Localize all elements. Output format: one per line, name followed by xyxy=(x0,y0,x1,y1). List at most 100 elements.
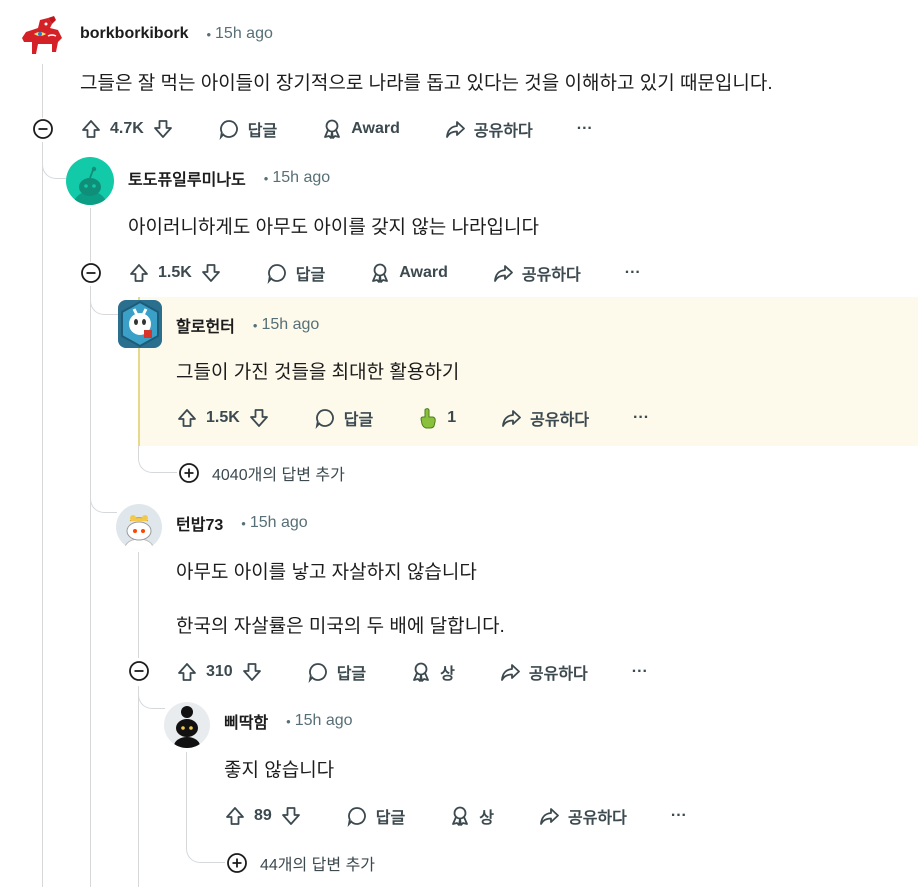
downvote-icon[interactable] xyxy=(152,118,174,140)
comment-meta: borkborkibork • 15h ago xyxy=(80,23,273,45)
avatar-todopyu[interactable] xyxy=(66,157,114,205)
timestamp[interactable]: 15h ago xyxy=(295,712,353,730)
downvote-icon[interactable] xyxy=(280,805,302,827)
award-button[interactable]: 1 xyxy=(417,407,456,429)
award-label: Award xyxy=(351,120,400,137)
thread-line-2[interactable] xyxy=(90,208,91,262)
reply-label: 답글 xyxy=(295,267,326,284)
reply-button[interactable]: 답글 xyxy=(307,660,366,684)
share-button[interactable]: 공유하다 xyxy=(499,660,588,684)
thread-line-5[interactable] xyxy=(186,752,187,838)
more-options-icon[interactable]: ··· xyxy=(625,264,641,282)
avatar-teonbap73[interactable] xyxy=(116,504,162,550)
reply-label: 답글 xyxy=(247,123,278,140)
snoo-avatar-icon xyxy=(72,166,108,205)
downvote-icon[interactable] xyxy=(200,262,222,284)
share-button[interactable]: 공유하다 xyxy=(500,406,589,430)
snoo-silhouette-avatar-icon xyxy=(174,706,200,748)
thread-elbow-5 xyxy=(138,686,165,709)
collapse-thread-icon[interactable] xyxy=(32,118,54,140)
comment-body: 아무도 아이를 낳고 자살하지 않습니다 xyxy=(176,562,477,583)
more-replies-button[interactable]: 4040개의 답변 추가 xyxy=(178,461,345,485)
upvote-icon[interactable] xyxy=(128,262,150,284)
vote-count: 310 xyxy=(206,663,233,680)
thread-line-1b[interactable] xyxy=(42,142,43,887)
thread-line-2b[interactable] xyxy=(90,286,91,887)
avatar-borkborkibork[interactable] xyxy=(18,12,66,60)
vote-group: 310 xyxy=(176,661,263,683)
comment-body: 그들이 가진 것들을 최대한 활용하기 xyxy=(176,362,460,383)
comment-meta: 삐딱함 • 15h ago xyxy=(224,710,353,732)
author-name[interactable]: 턴밥73 xyxy=(176,511,223,535)
thread-line-1[interactable] xyxy=(42,64,43,118)
more-options-icon[interactable]: ··· xyxy=(671,807,687,825)
more-options-icon[interactable]: ··· xyxy=(633,409,649,427)
upvote-icon[interactable] xyxy=(80,118,102,140)
timestamp[interactable]: 15h ago xyxy=(250,514,308,532)
award-button[interactable]: 상 xyxy=(410,660,455,684)
comment-bubble-icon xyxy=(218,118,240,140)
comment-meta: 토도퓨일루미나도 • 15h ago xyxy=(128,167,330,189)
share-button[interactable]: 공유하다 xyxy=(444,117,533,141)
award-button[interactable]: 상 xyxy=(449,804,494,828)
author-name[interactable]: 할로헌터 xyxy=(176,313,235,337)
share-button[interactable]: 공유하다 xyxy=(538,804,627,828)
vote-count: 4.7K xyxy=(110,120,144,137)
add-circle-icon xyxy=(179,463,199,483)
vote-count: 89 xyxy=(254,807,272,824)
award-icon xyxy=(369,262,391,284)
comment-body: 그들은 잘 먹는 아이들이 장기적으로 나라를 돕고 있다는 것을 이해하고 있… xyxy=(80,73,773,94)
comment-actions: 1.5K 답글 1 공유하다 ··· xyxy=(176,403,649,433)
thread-line-4b[interactable] xyxy=(138,686,139,887)
comment-actions: 89 답글 상 공유하다 ··· xyxy=(224,801,687,831)
share-label: 공유하다 xyxy=(528,666,588,683)
more-options-icon[interactable]: ··· xyxy=(577,120,593,138)
vote-group: 1.5K xyxy=(128,262,222,284)
share-label: 공유하다 xyxy=(530,412,590,429)
reply-label: 답글 xyxy=(336,666,367,683)
upvote-icon[interactable] xyxy=(224,805,246,827)
share-icon xyxy=(538,805,560,827)
share-button[interactable]: 공유하다 xyxy=(492,261,581,285)
timestamp[interactable]: 15h ago xyxy=(215,25,273,43)
reply-button[interactable]: 답글 xyxy=(218,117,277,141)
downvote-icon[interactable] xyxy=(248,407,270,429)
award-icon xyxy=(410,661,432,683)
downvote-icon[interactable] xyxy=(241,661,263,683)
reply-button[interactable]: 답글 xyxy=(266,261,325,285)
award-button[interactable]: Award xyxy=(369,262,448,284)
comment-bubble-icon xyxy=(346,805,368,827)
collapse-thread-icon[interactable] xyxy=(128,660,150,682)
thread-line-4[interactable] xyxy=(138,552,139,658)
share-icon xyxy=(492,262,514,284)
award-icon xyxy=(321,118,343,140)
upvote-icon[interactable] xyxy=(176,661,198,683)
comment-actions: 1.5K 답글 Award 공유하다 ··· xyxy=(128,258,641,288)
author-name[interactable]: borkborkibork xyxy=(80,25,188,43)
author-name[interactable]: 토도퓨일루미나도 xyxy=(128,166,246,190)
author-name[interactable]: 삐딱함 xyxy=(224,709,268,733)
upvote-icon[interactable] xyxy=(176,407,198,429)
avatar-halloween-hunter[interactable] xyxy=(118,300,162,348)
comment-bubble-icon xyxy=(314,407,336,429)
avatar-ppittakham[interactable] xyxy=(164,702,210,748)
pointing-hand-award-icon xyxy=(417,407,439,429)
reply-button[interactable]: 답글 xyxy=(314,406,373,430)
more-replies-button[interactable]: 44개의 답변 추가 xyxy=(226,851,375,875)
vote-group: 1.5K xyxy=(176,407,270,429)
thread-elbow-more-2 xyxy=(186,838,225,863)
reply-button[interactable]: 답글 xyxy=(346,804,405,828)
more-options-icon[interactable]: ··· xyxy=(632,663,648,681)
award-button[interactable]: Award xyxy=(321,118,400,140)
dala-horse-avatar-icon xyxy=(22,16,62,54)
timestamp[interactable]: 15h ago xyxy=(272,169,330,187)
collapse-thread-icon[interactable] xyxy=(80,262,102,284)
timestamp[interactable]: 15h ago xyxy=(261,316,319,334)
comment-meta: 턴밥73 • 15h ago xyxy=(176,512,308,534)
meta-separator: • xyxy=(241,515,246,531)
meta-separator: • xyxy=(286,713,291,729)
vote-count: 1.5K xyxy=(206,409,240,426)
add-circle-icon xyxy=(227,853,247,873)
meta-separator: • xyxy=(263,170,269,186)
award-count: 1 xyxy=(447,409,457,426)
